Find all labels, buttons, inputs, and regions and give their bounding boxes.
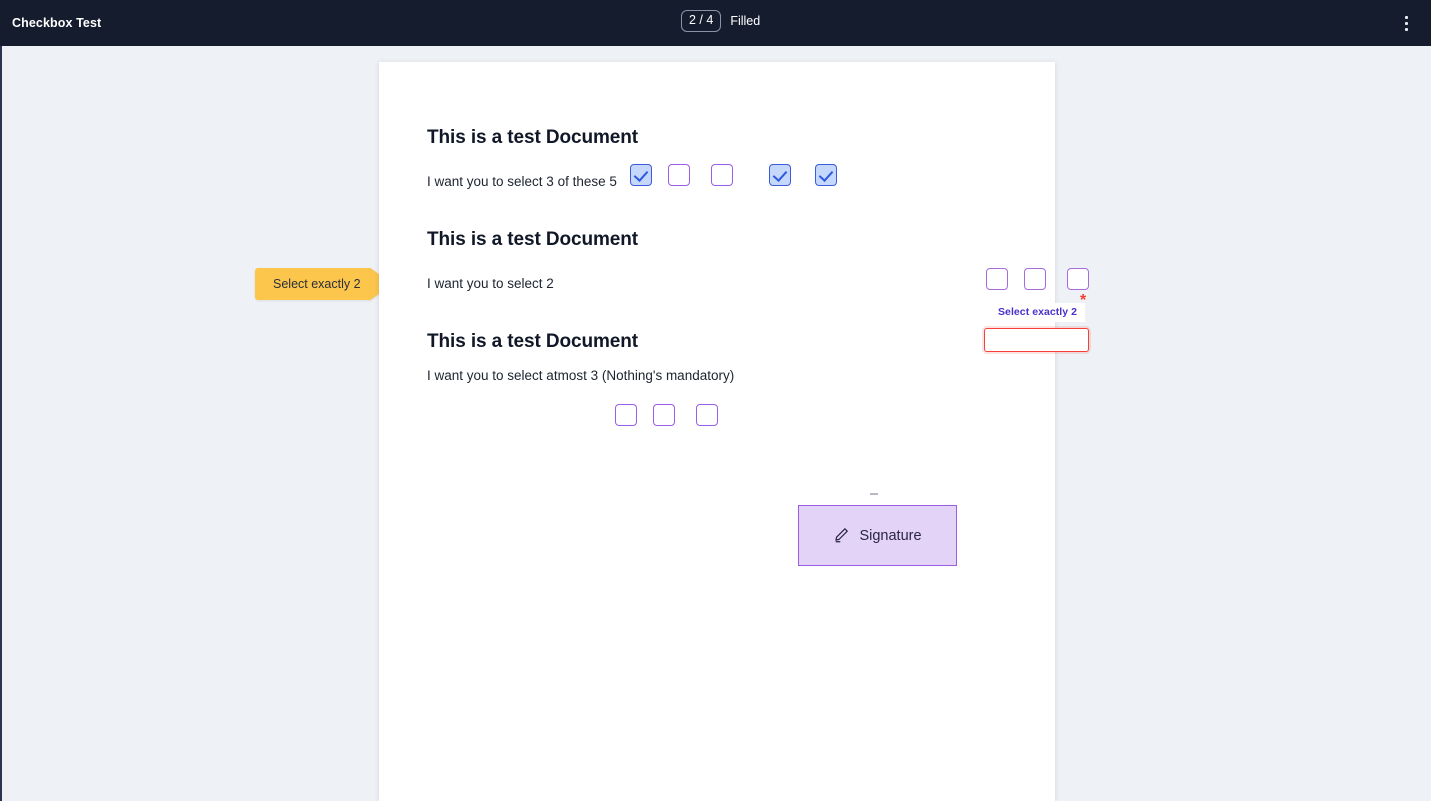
- section-1-heading: This is a test Document: [427, 127, 638, 148]
- validation-callout[interactable]: Select exactly 2: [255, 268, 393, 300]
- fill-count-badge: 2 / 4: [681, 10, 722, 32]
- menu-dot: [1404, 21, 1408, 25]
- checkbox-3-3[interactable]: [696, 404, 718, 426]
- fill-status: 2 / 4 Filled: [681, 10, 760, 32]
- checkbox-1-3[interactable]: [711, 164, 733, 186]
- required-checkbox-group[interactable]: [984, 328, 1089, 352]
- checkbox-1-1[interactable]: [630, 164, 652, 186]
- section-3-heading: This is a test Document: [427, 331, 638, 352]
- signature-field-tick: [870, 493, 878, 495]
- checkbox-1-2[interactable]: [668, 164, 690, 186]
- pen-signature-icon: [833, 527, 850, 544]
- required-asterisk: *: [1080, 292, 1087, 309]
- required-group-hint: Select exactly 2: [990, 303, 1086, 322]
- section-1-prompt: I want you to select 3 of these 5: [427, 174, 617, 189]
- signature-label: Signature: [859, 527, 922, 544]
- top-app-bar: Checkbox Test 2 / 4 Filled: [0, 0, 1431, 46]
- section-2-prompt: I want you to select 2: [427, 276, 554, 291]
- checkbox-2-2[interactable]: [1024, 268, 1046, 290]
- fill-status-label: Filled: [730, 14, 761, 28]
- section-3-prompt: I want you to select atmost 3 (Nothing's…: [427, 368, 735, 383]
- validation-callout-label: Select exactly 2: [255, 268, 371, 300]
- section-2-heading: This is a test Document: [427, 229, 638, 250]
- menu-dot: [1404, 15, 1408, 19]
- left-rail-edge: [0, 46, 2, 801]
- more-vertical-icon[interactable]: [1395, 12, 1417, 34]
- app-title: Checkbox Test: [12, 16, 102, 30]
- document-workspace: Select exactly 2 This is a test Document…: [0, 46, 1431, 801]
- checkbox-3-2[interactable]: [653, 404, 675, 426]
- checkbox-2-3[interactable]: [1067, 268, 1089, 290]
- menu-dot: [1404, 27, 1408, 31]
- signature-field[interactable]: Signature: [798, 505, 957, 566]
- document-page: This is a test Document I want you to se…: [379, 62, 1091, 801]
- checkbox-3-1[interactable]: [615, 404, 637, 426]
- checkbox-1-5[interactable]: [815, 164, 837, 186]
- checkbox-1-4[interactable]: [769, 164, 791, 186]
- checkbox-2-1[interactable]: [986, 268, 1008, 290]
